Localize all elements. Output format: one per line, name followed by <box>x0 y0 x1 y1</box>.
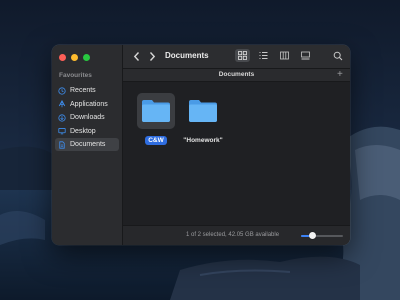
folder-thumbnail <box>137 93 175 129</box>
file-name: "Homework" <box>183 137 223 144</box>
clock-icon <box>58 86 66 95</box>
gallery-icon <box>301 51 310 60</box>
sidebar-item-label: Recents <box>70 87 96 94</box>
desktop-icon <box>58 128 66 135</box>
document-icon <box>59 140 65 149</box>
finder-window: Favourites Recents Applications Download… <box>52 45 350 245</box>
sidebar-heading: Favourites <box>59 72 92 79</box>
window-title: Documents <box>165 51 209 60</box>
close-button[interactable] <box>59 54 66 61</box>
sidebar-item-recents[interactable]: Recents <box>55 84 119 97</box>
column-view-button[interactable] <box>277 49 292 62</box>
tab-documents[interactable]: Documents <box>123 71 350 78</box>
status-text: 1 of 2 selected, 42.05 GB available <box>186 232 280 238</box>
list-view-button[interactable] <box>256 49 271 62</box>
sidebar-item-label: Downloads <box>70 114 105 121</box>
sidebar: Favourites Recents Applications Download… <box>52 45 123 245</box>
window-controls <box>59 54 90 61</box>
columns-icon <box>280 51 289 60</box>
sidebar-item-label: Applications <box>70 100 108 108</box>
new-tab-button[interactable]: + <box>337 69 343 81</box>
minimize-button[interactable] <box>71 54 78 61</box>
sidebar-item-applications[interactable]: Applications <box>55 98 119 111</box>
grid-icon <box>238 51 247 60</box>
file-item[interactable]: "Homework" <box>173 93 233 147</box>
applications-icon <box>58 100 66 108</box>
zoom-button[interactable] <box>83 54 90 61</box>
icon-view-button[interactable] <box>235 49 250 62</box>
folder-icon <box>142 100 170 122</box>
list-icon <box>259 52 268 59</box>
file-name: C&W <box>145 136 167 145</box>
slider-knob[interactable] <box>309 232 317 239</box>
status-bar: 1 of 2 selected, 42.05 GB available <box>123 225 350 245</box>
sidebar-item-label: Desktop <box>70 127 96 135</box>
chevron-left-icon[interactable] <box>132 51 142 62</box>
chevron-right-icon[interactable] <box>147 51 157 62</box>
sidebar-item-label: Documents <box>70 141 106 148</box>
gallery-view-button[interactable] <box>298 49 313 62</box>
icon-size-slider[interactable] <box>301 232 343 239</box>
toolbar: Documents <box>123 45 350 69</box>
tab-bar: Documents + <box>123 69 350 82</box>
sidebar-item-desktop[interactable]: Desktop <box>55 125 119 138</box>
sidebar-item-downloads[interactable]: Downloads <box>55 111 119 124</box>
search-icon[interactable] <box>333 51 343 61</box>
sidebar-list: Recents Applications Downloads Desktop D… <box>55 84 119 152</box>
file-area[interactable]: C&W "Homework" <box>123 82 350 225</box>
folder-thumbnail <box>184 93 222 129</box>
download-icon <box>58 113 66 122</box>
folder-icon <box>189 100 217 122</box>
sidebar-item-documents[interactable]: Documents <box>55 138 119 151</box>
